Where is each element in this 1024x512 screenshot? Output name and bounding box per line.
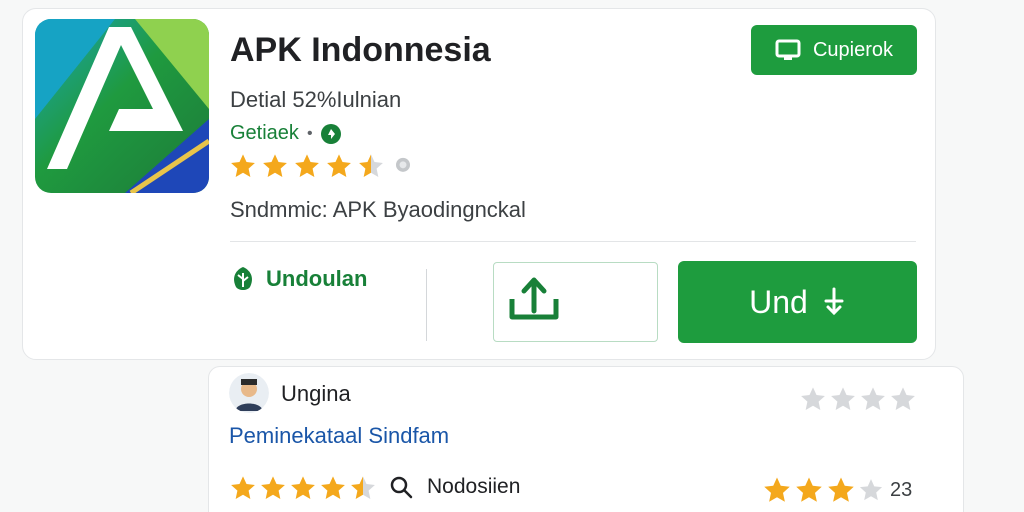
developer-name[interactable]: Getiaek xyxy=(230,122,299,145)
install-button[interactable]: Und xyxy=(678,261,917,343)
review-card: Ungina Peminekataal Sindfam Nodosiien 23 xyxy=(208,366,964,512)
star-icon xyxy=(261,476,285,499)
top-action-button[interactable]: Cupierok xyxy=(751,25,917,75)
empty-star-icon xyxy=(859,479,883,501)
app-subtitle: Detial 52%Iulnian xyxy=(230,87,402,112)
reviewer-name: Ungina xyxy=(281,381,351,406)
star-icon xyxy=(764,477,790,502)
star-icon xyxy=(327,154,351,177)
left-action-label: Undoulan xyxy=(266,266,368,291)
half-star-icon xyxy=(359,154,383,177)
download-button[interactable] xyxy=(493,262,658,342)
app-title: APK Indonnesia xyxy=(230,31,491,69)
award-icon xyxy=(396,157,410,172)
app-description: Sndmmic: APK Byaodingnckal xyxy=(230,197,526,222)
empty-star-icon[interactable] xyxy=(889,385,917,413)
avatar[interactable] xyxy=(229,373,269,413)
star-icon xyxy=(321,476,345,499)
top-action-label: Cupierok xyxy=(812,38,894,61)
developer-row[interactable]: Getiaek • xyxy=(230,122,341,145)
review-score: 23 xyxy=(762,475,912,505)
install-button-label: Und xyxy=(749,283,808,320)
vertical-separator xyxy=(426,269,427,341)
rate-stars[interactable] xyxy=(799,385,917,413)
star-icon xyxy=(796,477,822,502)
separator-dot: • xyxy=(306,124,313,142)
search-link[interactable]: Nodosiien xyxy=(389,475,520,499)
star-icon xyxy=(231,154,255,177)
app-logo xyxy=(35,19,209,193)
star-icon xyxy=(231,476,255,499)
empty-star-icon[interactable] xyxy=(859,385,887,413)
empty-star-icon[interactable] xyxy=(799,385,827,413)
verified-icon xyxy=(320,123,341,144)
review-rating xyxy=(229,474,377,502)
rating-count: 23 xyxy=(890,478,913,501)
review-title[interactable]: Peminekataal Sindfam xyxy=(229,423,449,449)
star-icon xyxy=(295,154,319,177)
half-star-icon xyxy=(351,476,375,499)
app-rating xyxy=(229,152,417,180)
app-card: APK Indonnesia Detial 52%Iulnian Getiaek… xyxy=(22,8,936,360)
monitor-icon xyxy=(775,39,801,60)
upload-arrow-icon xyxy=(509,277,559,320)
search-icon xyxy=(390,476,413,499)
plus-arrow-icon xyxy=(824,287,844,316)
search-label: Nodosiien xyxy=(427,475,521,498)
divider xyxy=(230,241,916,242)
left-action-link[interactable]: Undoulan xyxy=(230,265,367,293)
star-icon xyxy=(291,476,315,499)
star-icon xyxy=(828,477,854,502)
empty-star-icon[interactable] xyxy=(829,385,857,413)
leaf-shield-icon xyxy=(234,267,252,290)
star-icon xyxy=(263,154,287,177)
